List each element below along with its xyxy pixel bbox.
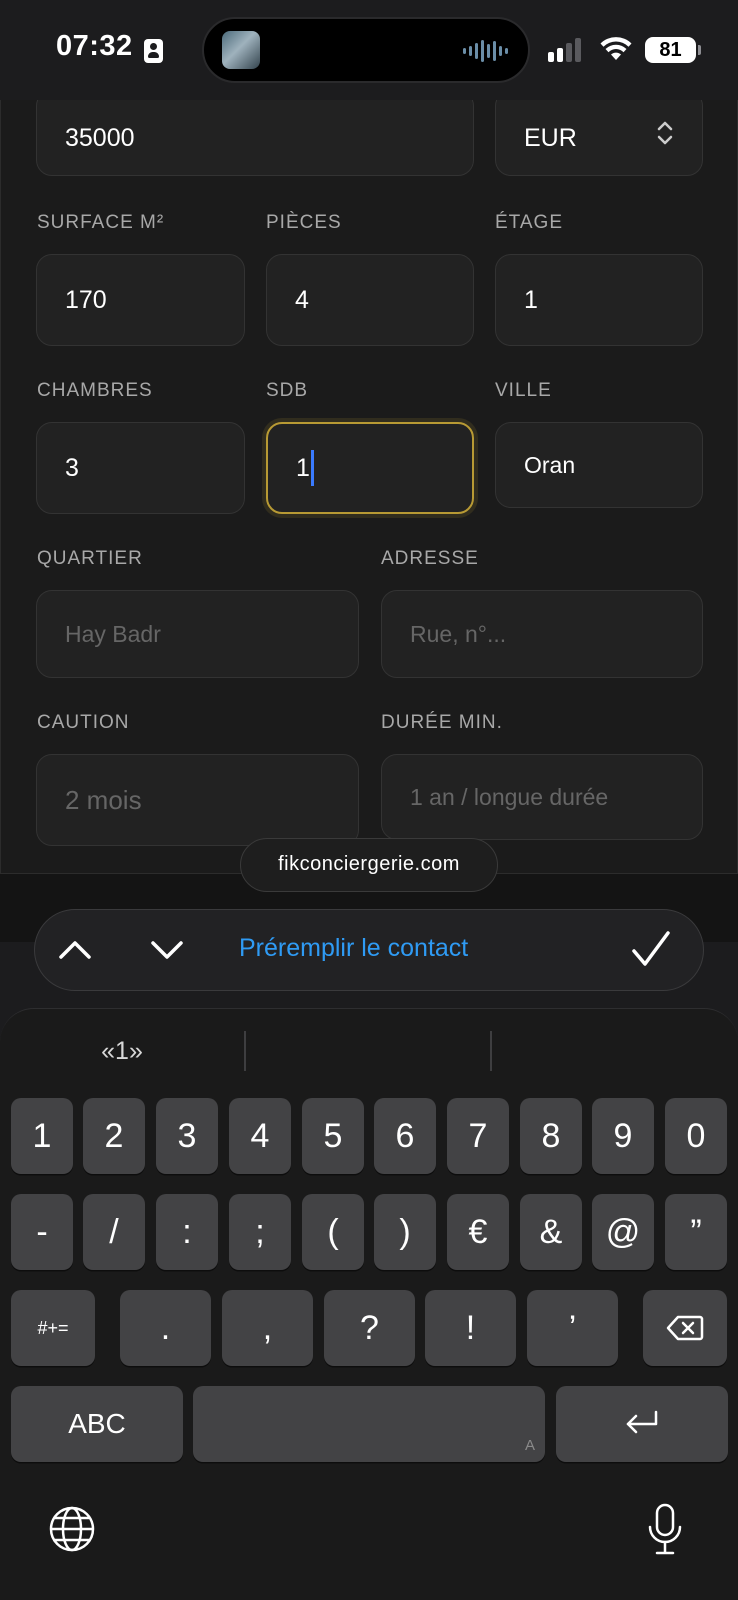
microphone-icon[interactable] — [645, 1503, 685, 1557]
bathrooms-value: 1 — [296, 453, 310, 482]
min-duration-input[interactable]: 1 an / longue durée — [381, 754, 703, 840]
keyboard-key[interactable]: @ — [592, 1194, 654, 1270]
suggestion-divider — [244, 1031, 246, 1071]
keyboard-key[interactable]: ’ — [527, 1290, 618, 1366]
done-checkmark-button[interactable] — [629, 928, 673, 972]
now-playing-thumbnail[interactable] — [222, 31, 260, 69]
dynamic-island[interactable] — [202, 17, 530, 83]
space-language-mark: A — [524, 1437, 535, 1454]
keyboard-key[interactable]: 6 — [374, 1098, 436, 1174]
city-value: Oran — [524, 451, 576, 478]
keyboard-key[interactable]: / — [83, 1194, 145, 1270]
surface-input[interactable]: 170 — [36, 254, 245, 346]
backspace-key[interactable] — [643, 1290, 727, 1366]
bedrooms-input[interactable]: 3 — [36, 422, 245, 514]
keyboard-key[interactable]: : — [156, 1194, 218, 1270]
audio-waveform-icon — [463, 39, 508, 63]
floor-value: 1 — [524, 285, 538, 314]
keyboard-key[interactable]: 2 — [83, 1098, 145, 1174]
keyboard-key[interactable]: . — [120, 1290, 211, 1366]
surface-label: SURFACE M² — [37, 212, 165, 233]
currency-select[interactable]: EUR — [495, 100, 703, 176]
keyboard-key[interactable]: 8 — [520, 1098, 582, 1174]
suggestion-divider — [490, 1031, 492, 1071]
keyboard-key[interactable]: ( — [302, 1194, 364, 1270]
cellular-signal-icon — [548, 38, 581, 62]
surface-value: 170 — [65, 285, 107, 314]
keyboard-key[interactable]: ? — [324, 1290, 415, 1366]
status-time: 07:32 — [56, 30, 133, 62]
district-input[interactable]: Hay Badr — [36, 590, 359, 678]
backspace-icon — [666, 1315, 704, 1341]
rooms-value: 4 — [295, 285, 309, 314]
keyboard-key[interactable]: 0 — [665, 1098, 727, 1174]
return-key[interactable] — [556, 1386, 728, 1462]
keyboard-key[interactable]: , — [222, 1290, 313, 1366]
keyboard-key[interactable]: 5 — [302, 1098, 364, 1174]
rooms-label: PIÈCES — [266, 212, 342, 233]
keyboard-key[interactable]: 3 — [156, 1098, 218, 1174]
price-value: 35000 — [65, 123, 135, 152]
rooms-input[interactable]: 4 — [266, 254, 474, 346]
globe-icon[interactable] — [48, 1505, 96, 1553]
currency-value: EUR — [524, 123, 577, 152]
address-placeholder: Rue, n°... — [410, 620, 507, 647]
floor-label: ÉTAGE — [495, 212, 563, 233]
bathrooms-label: SDB — [266, 380, 309, 401]
previous-field-button[interactable] — [55, 932, 95, 968]
website-domain-pill[interactable]: fikconciergerie.com — [240, 838, 498, 892]
keyboard-key[interactable]: 4 — [229, 1098, 291, 1174]
keyboard-key[interactable]: ! — [425, 1290, 516, 1366]
keyboard-key[interactable]: 9 — [592, 1098, 654, 1174]
deposit-label: CAUTION — [37, 712, 130, 733]
battery-indicator: 81 — [645, 37, 701, 63]
return-icon — [626, 1410, 658, 1434]
more-symbols-key[interactable]: #+= — [11, 1290, 95, 1366]
city-select[interactable]: Oran — [495, 422, 703, 508]
keyboard-key[interactable]: - — [11, 1194, 73, 1270]
keyboard-accessory-bar: Préremplir le contact — [34, 909, 704, 991]
abc-key[interactable]: ABC — [11, 1386, 183, 1462]
bedrooms-label: CHAMBRES — [37, 380, 153, 401]
keyboard-key[interactable]: ; — [229, 1194, 291, 1270]
contact-card-icon — [144, 39, 163, 63]
min-duration-label: DURÉE MIN. — [381, 712, 503, 733]
keyboard-key[interactable]: & — [520, 1194, 582, 1270]
wifi-icon — [600, 37, 632, 60]
property-form: 35000 EUR SURFACE M² PIÈCES ÉTAGE 170 4 … — [0, 100, 738, 874]
deposit-input[interactable]: 2 mois — [36, 754, 359, 846]
deposit-placeholder: 2 mois — [65, 784, 142, 815]
keyboard-key[interactable]: ” — [665, 1194, 727, 1270]
address-label: ADRESSE — [381, 548, 479, 569]
bedrooms-value: 3 — [65, 453, 79, 482]
floor-input[interactable]: 1 — [495, 254, 703, 346]
chevron-up-down-icon — [657, 121, 673, 145]
suggestion-item[interactable]: «1» — [2, 1037, 242, 1066]
price-input[interactable]: 35000 — [36, 100, 474, 176]
min-duration-placeholder: 1 an / longue durée — [410, 783, 609, 810]
bathrooms-input[interactable]: 1 — [266, 422, 474, 514]
space-key[interactable]: A — [193, 1386, 545, 1462]
keyboard-key[interactable]: 7 — [447, 1098, 509, 1174]
status-bar: 07:32 81 — [0, 0, 738, 100]
city-label: VILLE — [495, 380, 552, 401]
district-placeholder: Hay Badr — [65, 620, 161, 647]
district-label: QUARTIER — [37, 548, 143, 569]
keyboard-key[interactable]: 1 — [11, 1098, 73, 1174]
prefill-contact-link[interactable]: Préremplir le contact — [239, 934, 468, 963]
keyboard-key[interactable]: € — [447, 1194, 509, 1270]
text-caret — [310, 450, 314, 486]
address-input[interactable]: Rue, n°... — [381, 590, 703, 678]
keyboard-key[interactable]: ) — [374, 1194, 436, 1270]
next-field-button[interactable] — [147, 932, 187, 968]
